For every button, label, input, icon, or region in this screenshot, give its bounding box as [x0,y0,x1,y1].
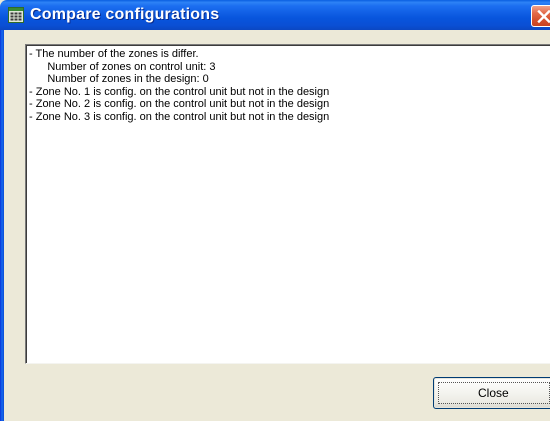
close-button-label: Close [478,386,509,400]
close-icon [537,10,550,23]
message-line: - Zone No. 1 is config. on the control u… [29,85,330,98]
message-line: - Zone No. 3 is config. on the control u… [29,110,330,123]
message-line: - The number of the zones is differ. [29,48,199,60]
message-line: - Zone No. 2 is config. on the control u… [29,98,330,111]
close-button[interactable]: Close [433,377,550,409]
title-bar[interactable]: Compare configurations [0,0,550,30]
window-frame-left [0,30,4,421]
window-close-button[interactable] [531,5,550,27]
message-line: Number of zones on control unit: 3 [29,60,216,73]
grid-window-icon [8,7,24,23]
compare-configurations-dialog: Compare configurations - The number of t… [0,0,550,421]
window-title: Compare configurations [30,6,220,23]
message-line: Number of zones in the design: 0 [29,73,209,86]
comparison-result-text[interactable]: - The number of the zones is differ. Num… [25,44,550,364]
